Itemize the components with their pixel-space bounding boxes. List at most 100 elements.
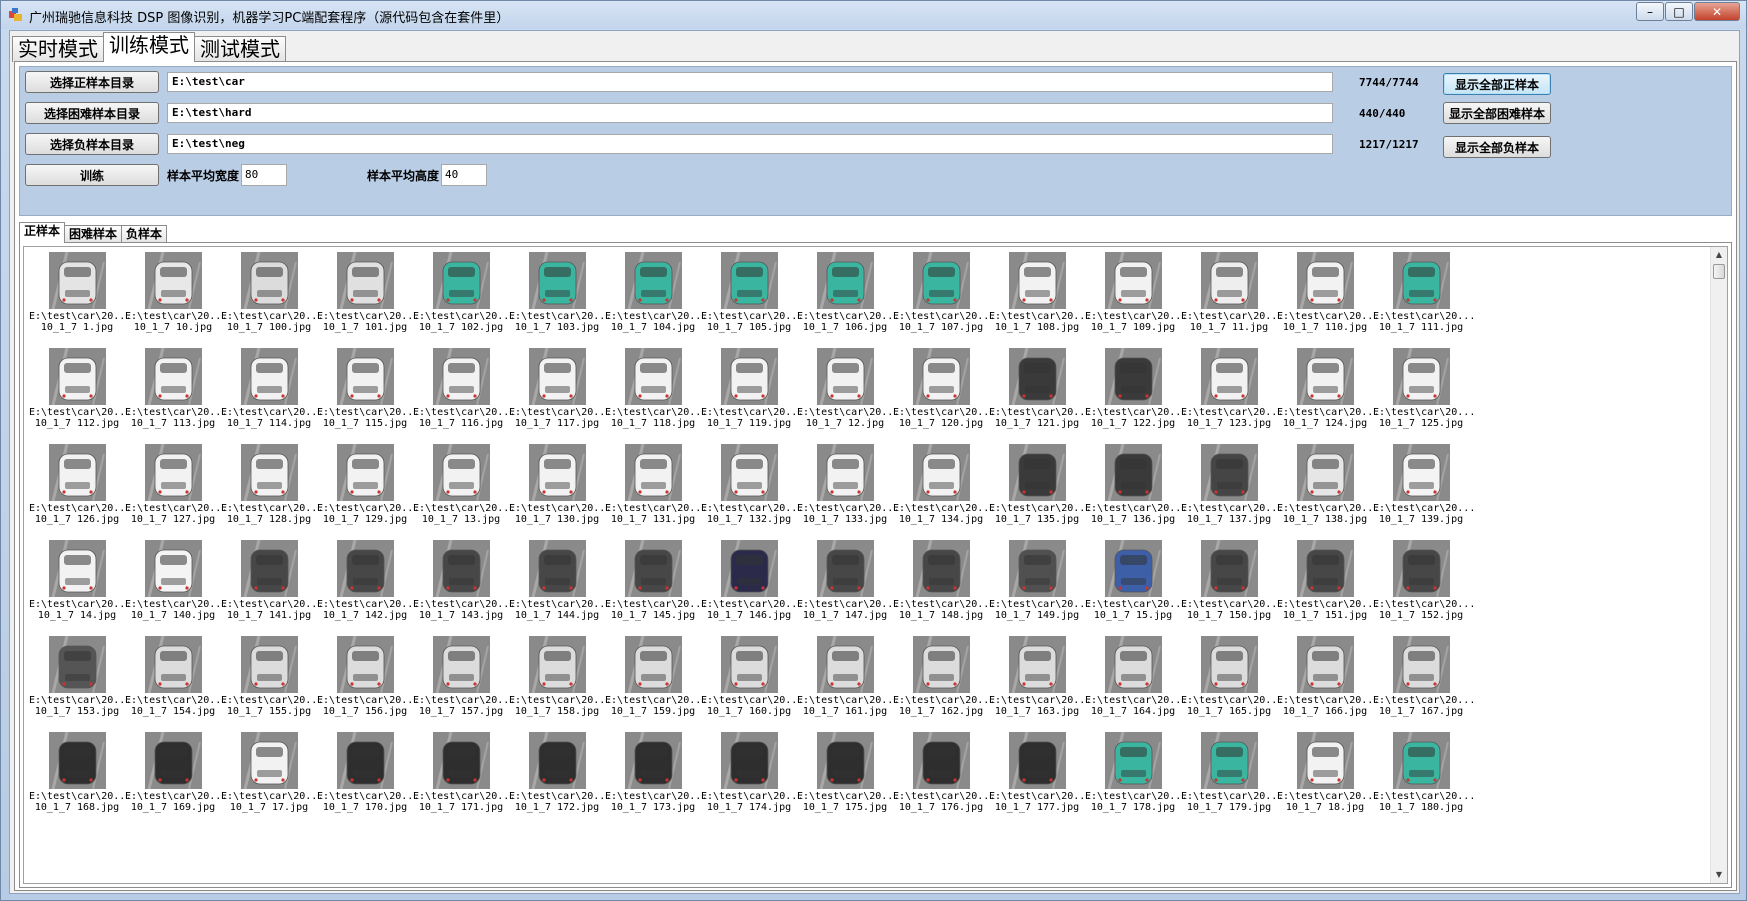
- maximize-button[interactable]: □: [1665, 2, 1693, 21]
- sample-item[interactable]: E:\test\car\20... 10_1_7 167.jpg: [1373, 634, 1475, 730]
- sample-item[interactable]: E:\test\car\20... 10_1_7 142.jpg: [317, 538, 419, 634]
- sample-item[interactable]: E:\test\car\20... 10_1_7 158.jpg: [509, 634, 611, 730]
- sample-item[interactable]: E:\test\car\20... 10_1_7 102.jpg: [413, 250, 515, 346]
- sample-item[interactable]: E:\test\car\20... 10_1_7 128.jpg: [221, 442, 323, 538]
- scroll-down-icon[interactable]: ▼: [1711, 867, 1727, 883]
- sample-item[interactable]: E:\test\car\20... 10_1_7 174.jpg: [701, 730, 803, 826]
- sample-item[interactable]: E:\test\car\20... 10_1_7 100.jpg: [221, 250, 323, 346]
- show-all-positive-button[interactable]: 显示全部正样本: [1443, 73, 1551, 95]
- sample-item[interactable]: E:\test\car\20... 10_1_7 166.jpg: [1277, 634, 1379, 730]
- sample-item[interactable]: E:\test\car\20... 10_1_7 178.jpg: [1085, 730, 1187, 826]
- sample-item[interactable]: E:\test\car\20... 10_1_7 122.jpg: [1085, 346, 1187, 442]
- sample-item[interactable]: E:\test\car\20... 10_1_7 161.jpg: [797, 634, 899, 730]
- sample-item[interactable]: E:\test\car\20... 10_1_7 109.jpg: [1085, 250, 1187, 346]
- sample-item[interactable]: E:\test\car\20... 10_1_7 151.jpg: [1277, 538, 1379, 634]
- sample-item[interactable]: E:\test\car\20... 10_1_7 173.jpg: [605, 730, 707, 826]
- sample-item[interactable]: E:\test\car\20... 10_1_7 103.jpg: [509, 250, 611, 346]
- sample-item[interactable]: E:\test\car\20... 10_1_7 18.jpg: [1277, 730, 1379, 826]
- select-hard-dir-button[interactable]: 选择困难样本目录: [25, 102, 159, 124]
- tab-positive-samples[interactable]: 正样本: [19, 222, 66, 243]
- title-bar[interactable]: 广州瑞驰信息科技 DSP 图像识别，机器学习PC端配套程序（源代码包含在套件里）…: [1, 1, 1746, 29]
- sample-item[interactable]: E:\test\car\20... 10_1_7 163.jpg: [989, 634, 1091, 730]
- sample-item[interactable]: E:\test\car\20... 10_1_7 106.jpg: [797, 250, 899, 346]
- sample-item[interactable]: E:\test\car\20... 10_1_7 131.jpg: [605, 442, 707, 538]
- select-positive-dir-button[interactable]: 选择正样本目录: [25, 71, 159, 93]
- sample-item[interactable]: E:\test\car\20... 10_1_7 155.jpg: [221, 634, 323, 730]
- sample-item[interactable]: E:\test\car\20... 10_1_7 175.jpg: [797, 730, 899, 826]
- sample-item[interactable]: E:\test\car\20... 10_1_7 111.jpg: [1373, 250, 1475, 346]
- sample-item[interactable]: E:\test\car\20... 10_1_7 138.jpg: [1277, 442, 1379, 538]
- sample-item[interactable]: E:\test\car\20... 10_1_7 10.jpg: [125, 250, 227, 346]
- show-all-hard-button[interactable]: 显示全部困难样本: [1443, 102, 1551, 124]
- sample-item[interactable]: E:\test\car\20... 10_1_7 157.jpg: [413, 634, 515, 730]
- select-negative-dir-button[interactable]: 选择负样本目录: [25, 133, 159, 155]
- hard-dir-path-field[interactable]: E:\test\hard: [167, 103, 1333, 123]
- sample-item[interactable]: E:\test\car\20... 10_1_7 154.jpg: [125, 634, 227, 730]
- sample-item[interactable]: E:\test\car\20... 10_1_7 147.jpg: [797, 538, 899, 634]
- sample-item[interactable]: E:\test\car\20... 10_1_7 1.jpg: [29, 250, 131, 346]
- sample-item[interactable]: E:\test\car\20... 10_1_7 114.jpg: [221, 346, 323, 442]
- scroll-thumb[interactable]: [1713, 264, 1725, 279]
- sample-item[interactable]: E:\test\car\20... 10_1_7 112.jpg: [29, 346, 131, 442]
- sample-item[interactable]: E:\test\car\20... 10_1_7 126.jpg: [29, 442, 131, 538]
- sample-item[interactable]: E:\test\car\20... 10_1_7 11.jpg: [1181, 250, 1283, 346]
- sample-item[interactable]: E:\test\car\20... 10_1_7 176.jpg: [893, 730, 995, 826]
- sample-item[interactable]: E:\test\car\20... 10_1_7 172.jpg: [509, 730, 611, 826]
- sample-item[interactable]: E:\test\car\20... 10_1_7 120.jpg: [893, 346, 995, 442]
- sample-item[interactable]: E:\test\car\20... 10_1_7 119.jpg: [701, 346, 803, 442]
- sample-item[interactable]: E:\test\car\20... 10_1_7 123.jpg: [1181, 346, 1283, 442]
- tab-negative-samples[interactable]: 负样本: [121, 225, 168, 243]
- sample-item[interactable]: E:\test\car\20... 10_1_7 113.jpg: [125, 346, 227, 442]
- avg-width-input[interactable]: 80: [241, 164, 287, 186]
- sample-item[interactable]: E:\test\car\20... 10_1_7 137.jpg: [1181, 442, 1283, 538]
- sample-item[interactable]: E:\test\car\20... 10_1_7 133.jpg: [797, 442, 899, 538]
- sample-item[interactable]: E:\test\car\20... 10_1_7 169.jpg: [125, 730, 227, 826]
- sample-item[interactable]: E:\test\car\20... 10_1_7 165.jpg: [1181, 634, 1283, 730]
- sample-item[interactable]: E:\test\car\20... 10_1_7 162.jpg: [893, 634, 995, 730]
- sample-item[interactable]: E:\test\car\20... 10_1_7 179.jpg: [1181, 730, 1283, 826]
- sample-item[interactable]: E:\test\car\20... 10_1_7 145.jpg: [605, 538, 707, 634]
- tab-test-mode[interactable]: 测试模式: [194, 36, 286, 62]
- train-button[interactable]: 训练: [25, 164, 159, 186]
- sample-item[interactable]: E:\test\car\20... 10_1_7 146.jpg: [701, 538, 803, 634]
- sample-item[interactable]: E:\test\car\20... 10_1_7 170.jpg: [317, 730, 419, 826]
- tab-hard-samples[interactable]: 困难样本: [64, 225, 123, 243]
- show-all-negative-button[interactable]: 显示全部负样本: [1443, 136, 1551, 158]
- positive-dir-path-field[interactable]: E:\test\car: [167, 72, 1333, 92]
- tab-realtime-mode[interactable]: 实时模式: [12, 36, 104, 62]
- sample-item[interactable]: E:\test\car\20... 10_1_7 17.jpg: [221, 730, 323, 826]
- minimize-button[interactable]: –: [1636, 2, 1664, 21]
- sample-item[interactable]: E:\test\car\20... 10_1_7 144.jpg: [509, 538, 611, 634]
- sample-item[interactable]: E:\test\car\20... 10_1_7 160.jpg: [701, 634, 803, 730]
- sample-item[interactable]: E:\test\car\20... 10_1_7 127.jpg: [125, 442, 227, 538]
- sample-item[interactable]: E:\test\car\20... 10_1_7 101.jpg: [317, 250, 419, 346]
- sample-item[interactable]: E:\test\car\20... 10_1_7 105.jpg: [701, 250, 803, 346]
- sample-item[interactable]: E:\test\car\20... 10_1_7 141.jpg: [221, 538, 323, 634]
- avg-height-input[interactable]: 40: [441, 164, 487, 186]
- sample-item[interactable]: E:\test\car\20... 10_1_7 110.jpg: [1277, 250, 1379, 346]
- tab-training-mode[interactable]: 训练模式: [103, 32, 195, 62]
- sample-item[interactable]: E:\test\car\20... 10_1_7 149.jpg: [989, 538, 1091, 634]
- sample-item[interactable]: E:\test\car\20... 10_1_7 177.jpg: [989, 730, 1091, 826]
- sample-item[interactable]: E:\test\car\20... 10_1_7 15.jpg: [1085, 538, 1187, 634]
- sample-item[interactable]: E:\test\car\20... 10_1_7 107.jpg: [893, 250, 995, 346]
- sample-item[interactable]: E:\test\car\20... 10_1_7 140.jpg: [125, 538, 227, 634]
- sample-item[interactable]: E:\test\car\20... 10_1_7 132.jpg: [701, 442, 803, 538]
- sample-item[interactable]: E:\test\car\20... 10_1_7 130.jpg: [509, 442, 611, 538]
- sample-item[interactable]: E:\test\car\20... 10_1_7 180.jpg: [1373, 730, 1475, 826]
- sample-item[interactable]: E:\test\car\20... 10_1_7 104.jpg: [605, 250, 707, 346]
- sample-item[interactable]: E:\test\car\20... 10_1_7 116.jpg: [413, 346, 515, 442]
- sample-item[interactable]: E:\test\car\20... 10_1_7 156.jpg: [317, 634, 419, 730]
- sample-item[interactable]: E:\test\car\20... 10_1_7 148.jpg: [893, 538, 995, 634]
- sample-item[interactable]: E:\test\car\20... 10_1_7 150.jpg: [1181, 538, 1283, 634]
- scroll-up-icon[interactable]: ▲: [1711, 247, 1727, 263]
- sample-item[interactable]: E:\test\car\20... 10_1_7 115.jpg: [317, 346, 419, 442]
- sample-item[interactable]: E:\test\car\20... 10_1_7 171.jpg: [413, 730, 515, 826]
- sample-item[interactable]: E:\test\car\20... 10_1_7 143.jpg: [413, 538, 515, 634]
- sample-item[interactable]: E:\test\car\20... 10_1_7 117.jpg: [509, 346, 611, 442]
- sample-list-view[interactable]: E:\test\car\20... 10_1_7 1.jpg E:\test\car…: [23, 246, 1728, 884]
- vertical-scrollbar[interactable]: ▲ ▼: [1710, 247, 1727, 883]
- sample-item[interactable]: E:\test\car\20... 10_1_7 125.jpg: [1373, 346, 1475, 442]
- sample-item[interactable]: E:\test\car\20... 10_1_7 159.jpg: [605, 634, 707, 730]
- negative-dir-path-field[interactable]: E:\test\neg: [167, 134, 1333, 154]
